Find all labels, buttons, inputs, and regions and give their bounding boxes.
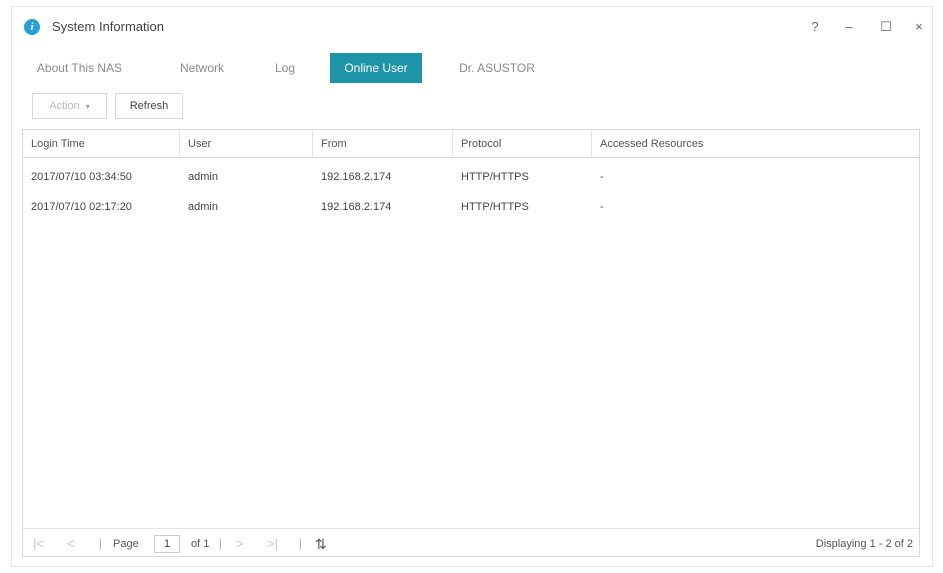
help-icon[interactable]: ? (805, 17, 825, 37)
cell-login-time: 2017/07/10 03:34:50 (31, 171, 132, 183)
cell-user: admin (188, 171, 218, 183)
table-row[interactable]: 2017/07/10 03:34:50 admin 192.168.2.174 … (23, 162, 919, 192)
column-header-protocol[interactable]: Protocol (453, 130, 592, 158)
window-title: System Information (52, 19, 164, 34)
cell-from: 192.168.2.174 (321, 171, 392, 183)
tab-online-user[interactable]: Online User (330, 53, 422, 83)
cell-protocol: HTTP/HTTPS (461, 201, 529, 213)
cell-user: admin (188, 201, 218, 213)
tab-log[interactable]: Log (260, 53, 310, 83)
close-icon[interactable]: × (909, 17, 929, 37)
displaying-count: Displaying 1 - 2 of 2 (815, 538, 913, 550)
cell-protocol: HTTP/HTTPS (461, 171, 529, 183)
page-number-input[interactable]: 1 (154, 535, 180, 553)
cell-login-time: 2017/07/10 02:17:20 (31, 201, 132, 213)
system-information-window: i System Information ? – ☐ × About This … (11, 6, 933, 567)
page-count-label: of 1 (191, 538, 210, 550)
next-page-icon[interactable]: > (236, 529, 244, 559)
previous-page-icon[interactable]: < (67, 529, 75, 559)
table-header: Login Time User From Protocol Accessed R… (23, 130, 919, 158)
column-header-accessed-resources[interactable]: Accessed Resources (592, 130, 922, 158)
cell-accessed-resources: - (600, 171, 604, 183)
tab-network[interactable]: Network (162, 53, 242, 83)
refresh-icon[interactable]: ⇅ (315, 529, 327, 559)
first-page-icon[interactable]: |< (33, 529, 44, 559)
action-dropdown-button[interactable]: Action ▾ (32, 93, 107, 119)
cell-from: 192.168.2.174 (321, 201, 392, 213)
tab-dr-asustor[interactable]: Dr. ASUSTOR (452, 53, 542, 83)
column-header-user[interactable]: User (180, 130, 313, 158)
tab-about-this-nas[interactable]: About This NAS (22, 53, 137, 83)
column-header-from[interactable]: From (313, 130, 453, 158)
title-bar: i System Information ? – ☐ × (12, 7, 932, 45)
action-label: Action (49, 100, 80, 112)
maximize-icon[interactable]: ☐ (876, 17, 896, 37)
refresh-button[interactable]: Refresh (115, 93, 183, 119)
info-icon: i (24, 19, 40, 35)
column-header-login-time[interactable]: Login Time (23, 130, 180, 158)
pager-separator: | (219, 538, 222, 550)
minimize-icon[interactable]: – (839, 17, 859, 37)
pager-separator: | (299, 538, 302, 550)
online-user-table: Login Time User From Protocol Accessed R… (22, 129, 920, 557)
chevron-down-icon: ▾ (85, 102, 90, 111)
table-row[interactable]: 2017/07/10 02:17:20 admin 192.168.2.174 … (23, 192, 919, 222)
page-label: Page (113, 538, 139, 550)
toolbar: Action ▾ Refresh (12, 93, 932, 123)
tab-bar: About This NAS Network Log Online User D… (12, 53, 932, 83)
cell-accessed-resources: - (600, 201, 604, 213)
last-page-icon[interactable]: >| (267, 529, 278, 559)
pagination-bar: |< < | Page 1 of 1 | > >| | ⇅ Displaying… (23, 528, 919, 558)
pager-separator: | (99, 538, 102, 550)
